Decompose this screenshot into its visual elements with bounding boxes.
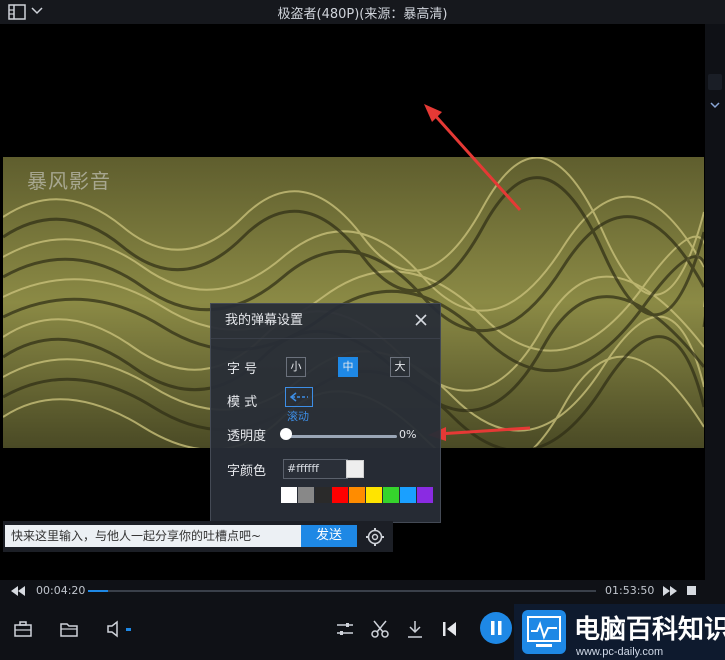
color-swatches bbox=[281, 487, 434, 503]
color-swatch[interactable] bbox=[383, 487, 399, 503]
color-swatch[interactable] bbox=[281, 487, 297, 503]
panel-title: 我的弹幕设置 bbox=[211, 304, 440, 339]
opacity-label: 透明度 bbox=[227, 429, 267, 444]
scissors-icon[interactable] bbox=[369, 618, 391, 640]
progress-bar[interactable] bbox=[88, 590, 596, 592]
color-swatch[interactable] bbox=[417, 487, 433, 503]
danmaku-input-bar: 快来这里输入，与他人一起分享你的吐槽点吧~ 发送 bbox=[3, 521, 393, 552]
video-watermark: 暴风影音 bbox=[27, 169, 111, 193]
volume-slider[interactable] bbox=[126, 628, 131, 631]
opacity-slider-handle[interactable] bbox=[280, 428, 292, 440]
side-panel-strip bbox=[704, 24, 725, 580]
svg-text:www.pc-daily.com: www.pc-daily.com bbox=[575, 646, 663, 658]
color-swatch[interactable] bbox=[298, 487, 314, 503]
size-small-button[interactable]: 小 bbox=[286, 357, 306, 377]
pause-icon bbox=[491, 621, 502, 635]
title-bar: 极盗者(480P)(来源：暴高清) bbox=[0, 0, 725, 24]
previous-icon[interactable] bbox=[439, 618, 461, 640]
volume-icon[interactable] bbox=[104, 618, 126, 640]
progress-fill bbox=[88, 590, 109, 592]
progress-row: 00:04:20 01:53:50 bbox=[0, 580, 725, 602]
font-size-label: 字 号 bbox=[227, 362, 258, 377]
size-medium-button[interactable]: 中 bbox=[338, 357, 358, 377]
color-swatch[interactable] bbox=[349, 487, 365, 503]
total-time: 01:53:50 bbox=[605, 584, 655, 597]
chevron-down-icon[interactable] bbox=[710, 102, 720, 110]
gear-icon[interactable] bbox=[365, 527, 385, 547]
danmaku-settings-panel: 我的弹幕设置 字 号 小 中 大 模 式 滚动 透明度 0% 字颜色 #ffff… bbox=[210, 303, 441, 523]
side-tab[interactable] bbox=[708, 74, 722, 90]
color-swatch[interactable] bbox=[366, 487, 382, 503]
pause-button[interactable] bbox=[480, 612, 512, 644]
pc-daily-logo: 电脑百科知识 www.pc-daily.com bbox=[514, 604, 725, 660]
opacity-value: 0% bbox=[399, 428, 417, 441]
mode-label: 模 式 bbox=[227, 395, 258, 410]
download-icon[interactable] bbox=[404, 618, 426, 640]
rewind-icon[interactable] bbox=[10, 585, 26, 597]
color-swatch[interactable] bbox=[315, 487, 331, 503]
open-folder-icon[interactable] bbox=[58, 618, 80, 640]
color-swatch[interactable] bbox=[400, 487, 416, 503]
window-title: 极盗者(480P)(来源：暴高清) bbox=[277, 7, 448, 22]
color-preview[interactable] bbox=[346, 460, 364, 478]
svg-text:电脑百科知识: 电脑百科知识 bbox=[574, 614, 725, 644]
font-color-label: 字颜色 bbox=[227, 464, 267, 479]
fast-forward-icon[interactable] bbox=[662, 585, 678, 597]
arrow-left-icon bbox=[289, 392, 308, 402]
stop-icon[interactable] bbox=[687, 586, 696, 595]
opacity-slider[interactable] bbox=[287, 435, 397, 438]
color-hex-input[interactable]: #ffffff bbox=[283, 459, 348, 479]
close-icon[interactable] bbox=[414, 313, 428, 327]
scroll-mode-label: 滚动 bbox=[287, 410, 309, 423]
elapsed-time: 00:04:20 bbox=[36, 584, 86, 597]
danmaku-input[interactable]: 快来这里输入，与他人一起分享你的吐槽点吧~ bbox=[5, 525, 301, 547]
scroll-mode-button[interactable] bbox=[285, 387, 313, 407]
color-swatch[interactable] bbox=[332, 487, 348, 503]
send-button[interactable]: 发送 bbox=[301, 525, 357, 547]
equalizer-icon[interactable] bbox=[334, 618, 356, 640]
toolbox-icon[interactable] bbox=[12, 618, 34, 640]
size-large-button[interactable]: 大 bbox=[390, 357, 410, 377]
